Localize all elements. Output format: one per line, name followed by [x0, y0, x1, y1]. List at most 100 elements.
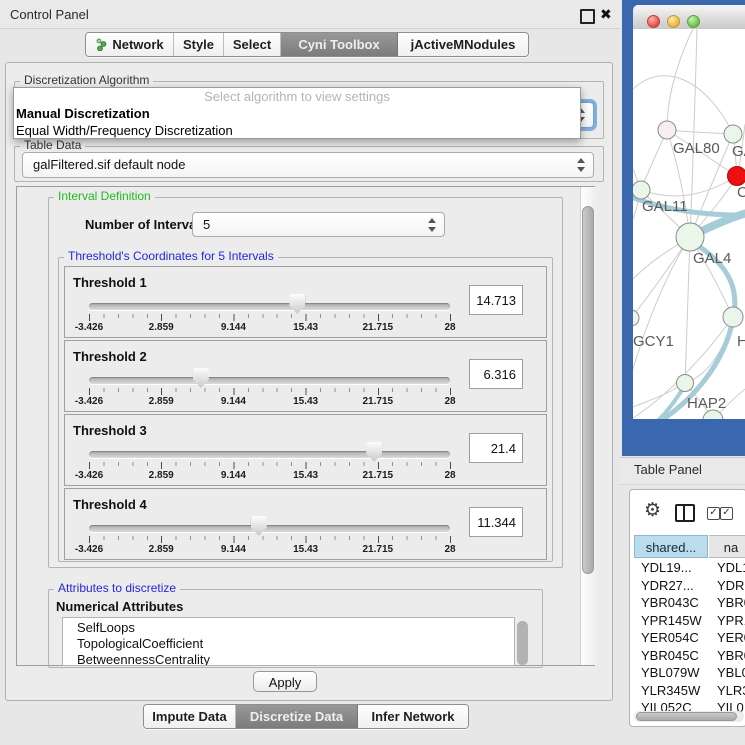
control-panel-tabbar: Network Style Select Cyni Toolbox jActiveMNo… [85, 32, 529, 57]
algorithm-dropdown-popup: Select algorithm to view settings Manual… [13, 87, 581, 139]
threshold-box-3: Threshold 3-3.4262.8599.14415.4321.71528 [64, 414, 547, 486]
tab-infer-network[interactable]: Infer Network [358, 705, 468, 728]
table-row[interactable]: YER054CYER0 [634, 629, 745, 647]
tick-label: 21.715 [348, 396, 408, 407]
tab-discretize-data[interactable]: Discretize Data [236, 705, 358, 728]
popup-prompt: Select algorithm to view settings [14, 88, 580, 105]
popup-option-equal-width-frequency[interactable]: Equal Width/Frequency Discretization [14, 122, 582, 139]
split-columns-icon[interactable] [675, 504, 695, 522]
popup-option-manual-discretization[interactable]: Manual Discretization [14, 105, 582, 122]
discretization-algorithm-label: Discretization Algorithm [20, 74, 153, 87]
network-window-titlebar[interactable] [633, 5, 745, 30]
slider-major-ticks [89, 314, 451, 321]
threshold-stack: Threshold 1-3.4262.8599.14415.4321.71528… [64, 266, 547, 562]
tick-label: 28 [420, 544, 480, 555]
number-of-intervals-label: Number of Intervals [85, 217, 207, 232]
table-hscrollbar-thumb[interactable] [636, 712, 737, 721]
threshold-value-input[interactable] [469, 285, 523, 315]
tick-label: 2.859 [131, 396, 191, 407]
slider-thumb[interactable] [251, 516, 267, 536]
close-traffic-light-icon[interactable] [647, 15, 660, 28]
minimize-traffic-light-icon[interactable] [667, 15, 680, 28]
node-label: GCY1 [633, 333, 674, 350]
table-row[interactable]: YBR043CYBR0 [634, 594, 745, 612]
tab-jactivemnodules[interactable]: jActiveMNodules [398, 33, 528, 56]
threshold-value-input[interactable] [469, 507, 523, 537]
slider-track[interactable] [89, 525, 450, 532]
node [676, 223, 704, 251]
tick-label: 9.144 [203, 544, 263, 555]
checkbox-icon[interactable]: ✓ [720, 507, 733, 520]
slider-thumb[interactable] [366, 442, 382, 462]
control-panel-titlebar: Control Panel ✖ [0, 0, 620, 29]
list-item[interactable]: TopologicalCoefficient [63, 636, 514, 652]
cell-shared-name: YBL079W [641, 664, 700, 681]
tab-label: Impute Data [152, 709, 226, 724]
tab-label: Cyni Toolbox [298, 37, 379, 52]
node-label: GAL80 [673, 140, 720, 157]
node [724, 125, 742, 143]
number-of-intervals-value: 5 [203, 217, 210, 232]
cell-name: YBR0 [717, 647, 745, 664]
slider-track[interactable] [89, 377, 450, 384]
tab-network[interactable]: Network [86, 33, 174, 56]
column-header-shared[interactable]: shared... [634, 535, 708, 558]
attributes-scrollbar-thumb[interactable] [517, 621, 528, 665]
node-label: GAL11 [642, 198, 688, 215]
tab-label: Discretize Data [250, 709, 343, 724]
network-canvas[interactable]: GAL80GAGAL11CGAL4GCY1HHAP2 [633, 29, 745, 419]
combo-arrows-icon [427, 217, 436, 233]
list-item[interactable]: SelfLoops [63, 620, 514, 636]
table-row[interactable]: YPR145WYPR1 [634, 612, 745, 630]
gear-icon[interactable]: ⚙ [644, 499, 661, 522]
table-panel-title: Table Panel [634, 462, 702, 477]
table-row[interactable]: YBR045C YBR0 [634, 647, 745, 665]
threshold-box-1: Threshold 1-3.4262.8599.14415.4321.71528 [64, 266, 547, 338]
slider-thumb[interactable] [193, 368, 209, 388]
slider-thumb[interactable] [289, 294, 305, 314]
combo-arrows-icon [576, 157, 585, 173]
table-row[interactable]: YDR27...YDR2 [634, 577, 745, 595]
network-graph: GAL80GAGAL11CGAL4GCY1HHAP2 [633, 29, 745, 419]
tick-label: 9.144 [203, 470, 263, 481]
tab-style[interactable]: Style [174, 33, 224, 56]
tick-label: -3.426 [59, 544, 119, 555]
apply-button[interactable]: Apply [253, 671, 317, 692]
tab-impute-data[interactable]: Impute Data [144, 705, 236, 728]
tick-label: 15.43 [276, 396, 336, 407]
tick-label: -3.426 [59, 470, 119, 481]
threshold-box-2: Threshold 2-3.4262.8599.14415.4321.71528 [64, 340, 547, 412]
numerical-attributes-label: Numerical Attributes [56, 599, 183, 614]
threshold-box-4: Threshold 4-3.4262.8599.14415.4321.71528 [64, 488, 547, 560]
table-data-combo[interactable]: galFiltered.sif default node [22, 152, 594, 178]
table-row[interactable]: YLR345WYLR3 [634, 682, 745, 700]
node [658, 121, 676, 139]
cell-shared-name: YBR045C [641, 647, 699, 664]
node [633, 310, 639, 326]
zoom-traffic-light-icon[interactable] [687, 15, 700, 28]
tick-label: 15.43 [276, 544, 336, 555]
slider-major-ticks [89, 462, 451, 469]
tab-cyni-toolbox[interactable]: Cyni Toolbox [281, 33, 398, 56]
numerical-attributes-list[interactable]: SelfLoopsTopologicalCoefficientBetweenne… [62, 617, 515, 666]
column-header-name[interactable]: na [709, 535, 745, 558]
table-row[interactable]: YBL079WYBL0 [634, 664, 745, 682]
threshold-value-input[interactable] [469, 433, 523, 463]
threshold-value-input[interactable] [469, 359, 523, 389]
thresholds-group-label: Threshold's Coordinates for 5 Intervals [64, 250, 278, 263]
node [723, 307, 743, 327]
slider-track[interactable] [89, 451, 450, 458]
table-row[interactable]: YDL19...YDL1 [634, 559, 745, 577]
viewport-scrollbar-thumb[interactable] [582, 206, 594, 574]
list-item[interactable]: BetweennessCentrality [63, 652, 514, 666]
checkbox-icon[interactable]: ✓ [707, 507, 720, 520]
tab-select[interactable]: Select [224, 33, 281, 56]
cell-name: YLR3 [717, 682, 745, 699]
slider-track[interactable] [89, 303, 450, 310]
close-icon[interactable]: ✖ [600, 5, 612, 23]
node-label: GA [732, 143, 745, 160]
tab-label: Style [183, 37, 214, 52]
cell-shared-name: YPR145W [641, 612, 702, 629]
number-of-intervals-combo[interactable]: 5 [192, 212, 445, 237]
float-window-icon[interactable] [580, 9, 595, 24]
